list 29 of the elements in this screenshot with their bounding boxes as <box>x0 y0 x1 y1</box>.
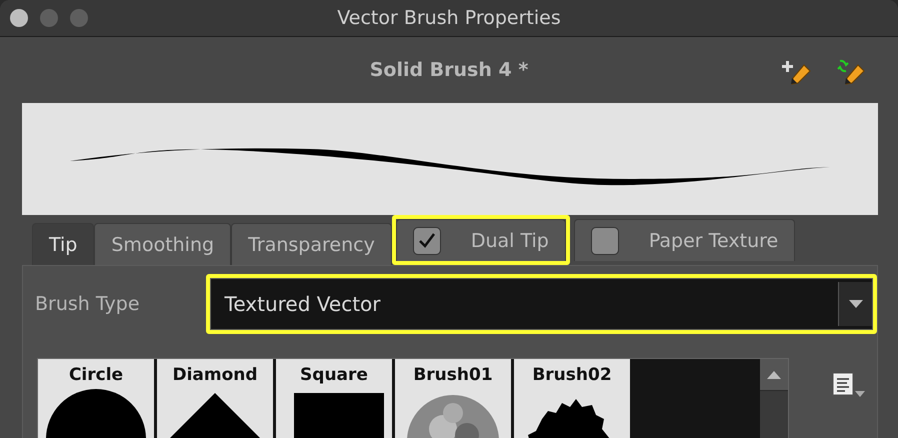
scrollbar[interactable] <box>760 359 788 438</box>
close-button[interactable] <box>10 9 28 27</box>
replace-brush-button[interactable] <box>836 59 866 85</box>
window-title: Vector Brush Properties <box>337 7 561 29</box>
scroll-up-button[interactable] <box>760 359 788 391</box>
tip-item[interactable]: Brush02 <box>514 359 630 438</box>
tab-checkbox[interactable] <box>590 226 619 254</box>
caret-icon <box>848 300 862 308</box>
document-menu-icon <box>831 371 865 399</box>
add-pencil-icon <box>782 59 812 85</box>
brush-name: Solid Brush 4 * <box>370 59 528 81</box>
tab[interactable]: Tip <box>32 223 94 265</box>
swap-pencil-icon <box>836 59 866 85</box>
caret-icon <box>767 370 781 378</box>
dropdown-button[interactable] <box>838 282 872 326</box>
tab-checkbox[interactable] <box>412 226 441 254</box>
check-icon <box>418 232 436 250</box>
checkbox-tab[interactable]: Dual Tip <box>396 219 566 261</box>
tip-item[interactable]: Square <box>276 359 392 438</box>
checkbox-tab[interactable]: Paper Texture <box>574 219 796 261</box>
tab[interactable]: Smoothing <box>94 223 232 265</box>
new-brush-button[interactable] <box>782 59 812 85</box>
brush-type-label: Brush Type <box>35 293 140 315</box>
brush-type-dropdown[interactable]: Textured Vector <box>210 278 873 330</box>
tip-item[interactable]: Brush01 <box>395 359 511 438</box>
tip-item[interactable]: Circle <box>38 359 154 438</box>
tip-item[interactable]: Diamond <box>157 359 273 438</box>
circle-tip-icon <box>46 389 146 438</box>
tab[interactable]: Transparency <box>231 223 392 265</box>
